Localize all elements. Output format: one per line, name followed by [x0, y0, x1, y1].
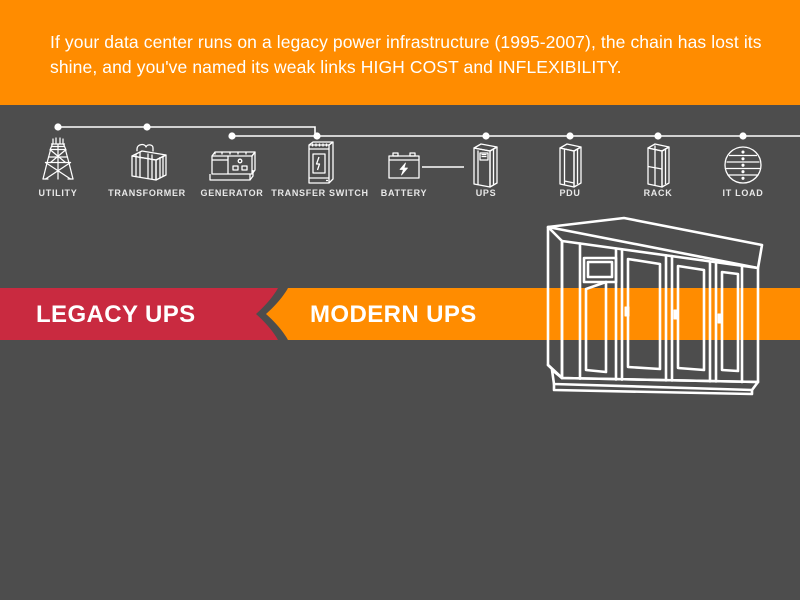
battery-icon	[388, 152, 420, 179]
header-headline: If your data center runs on a legacy pow…	[50, 32, 762, 77]
generator-icon	[209, 151, 256, 181]
chain-label-it-load: IT LOAD	[722, 188, 764, 198]
rack-icon	[647, 143, 670, 188]
cabinet-door-panel-4	[720, 270, 740, 373]
pdu-icon	[559, 143, 582, 188]
chain-label-battery: BATTERY	[380, 188, 428, 198]
node-dot-ups	[482, 132, 490, 140]
node-dot-utility	[54, 123, 62, 131]
legacy-ups-label: LEGACY UPS	[36, 301, 196, 328]
chain-label-generator: GENERATOR	[200, 188, 264, 198]
ups-icon	[473, 143, 498, 188]
power-chain-diagram: UTILITY TRANSFORMER GENERATOR TRANSFER S…	[0, 105, 800, 210]
chain-label-transfer-switch: TRANSFER SWITCH	[271, 188, 369, 198]
node-dot-pdu	[566, 132, 574, 140]
cabinet-handle-1	[624, 306, 630, 317]
cabinet-handle-3	[717, 313, 723, 324]
cabinet-handle-2	[673, 309, 679, 320]
node-dot-transformer	[143, 123, 151, 131]
transfer-switch-icon	[308, 141, 334, 184]
node-dot-rack	[654, 132, 662, 140]
utility-tower-icon	[42, 137, 74, 180]
cabinet-door-panel-3	[676, 264, 706, 372]
infographic-canvas: If your data center runs on a legacy pow…	[0, 0, 800, 600]
main-connector-path	[58, 126, 800, 137]
cabinet-door-panel-2	[626, 257, 662, 371]
connector-lines	[58, 126, 800, 137]
node-dot-transfer-switch	[313, 132, 321, 140]
node-dot-generator	[228, 132, 236, 140]
connector-nodes	[54, 123, 747, 140]
chain-label-transformer: TRANSFORMER	[108, 188, 186, 198]
transformer-icon	[131, 143, 167, 181]
node-dot-it-load	[739, 132, 747, 140]
cabinet-left-end	[546, 225, 564, 380]
modern-ups-label: MODERN UPS	[310, 301, 477, 328]
chain-label-ups: UPS	[475, 188, 497, 198]
chain-label-utility: UTILITY	[38, 188, 78, 198]
header-banner: If your data center runs on a legacy pow…	[0, 0, 800, 105]
chain-label-pdu: PDU	[559, 188, 581, 198]
cabinet-display-screen	[586, 260, 614, 279]
cabinet-door-panel-1	[584, 280, 608, 374]
chain-label-rack: RACK	[643, 188, 673, 198]
modern-ups-cabinet-illustration	[546, 216, 764, 396]
it-load-icon	[724, 146, 762, 184]
cabinet-base	[550, 368, 760, 392]
